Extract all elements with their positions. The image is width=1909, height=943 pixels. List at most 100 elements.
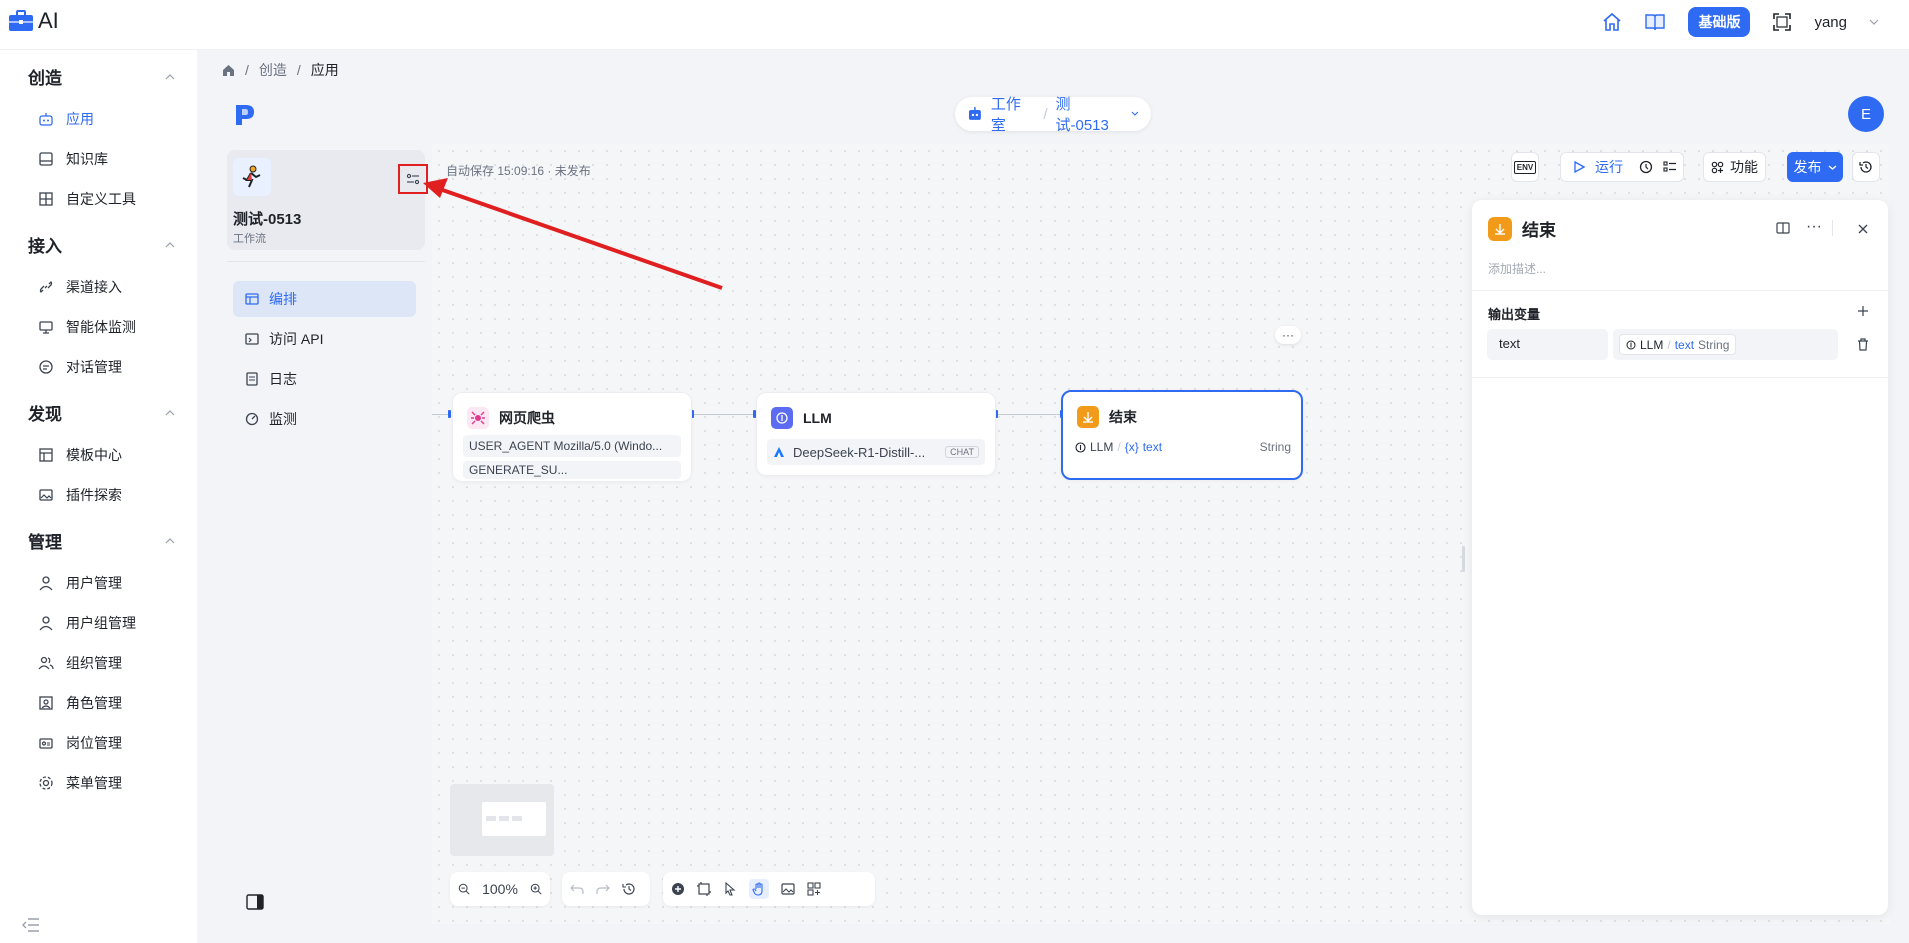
play-icon[interactable]: [1573, 161, 1585, 173]
source-node: LLM: [1090, 440, 1114, 454]
node-web-crawler[interactable]: 网页爬虫 USER_AGENT Mozilla/5.0 (Windo... GE…: [452, 392, 692, 482]
chevron-up-icon[interactable]: [165, 536, 175, 546]
zoom-out-icon[interactable]: [458, 882, 470, 896]
tab-orchestrate[interactable]: 编排: [233, 281, 416, 317]
app-logo[interactable]: AI: [8, 8, 59, 34]
minimap[interactable]: [450, 784, 554, 856]
sidebar-item-custom-tools[interactable]: 自定义工具: [38, 188, 136, 210]
sidebar-item-user-groups[interactable]: 用户组管理: [38, 612, 136, 634]
debug-history-icon[interactable]: [1639, 160, 1653, 174]
sidebar-item-channels[interactable]: 渠道接入: [38, 276, 122, 298]
tab-logs[interactable]: 日志: [233, 361, 416, 397]
home-icon[interactable]: [1602, 12, 1622, 32]
history-controls: [562, 872, 650, 906]
sidebar-group-create[interactable]: 创造: [28, 64, 62, 89]
workspace-switcher[interactable]: 工作室 / 测试-0513: [955, 96, 1151, 134]
node-param: USER_AGENT Mozilla/5.0 (Windo...: [463, 435, 681, 457]
close-icon[interactable]: [1858, 224, 1868, 234]
trash-icon[interactable]: [1857, 338, 1869, 351]
sidebar-item-knowledge[interactable]: 知识库: [38, 148, 108, 170]
book-icon[interactable]: [1644, 12, 1666, 32]
workspace-sep: /: [1043, 105, 1048, 123]
brain-icon: [1626, 340, 1636, 349]
sidebar-item-plugins[interactable]: 插件探索: [38, 484, 122, 506]
top-bar: AI 基础版 yang: [0, 0, 1909, 50]
sidebar-item-users[interactable]: 用户管理: [38, 572, 122, 594]
collapse-sidebar-icon[interactable]: [22, 918, 40, 932]
drawer-title[interactable]: 结束: [1522, 216, 1556, 241]
gauge-icon: [245, 412, 259, 426]
variable-ref-selector[interactable]: LLM / text String: [1613, 329, 1838, 360]
sidebar-item-menus[interactable]: 菜单管理: [38, 772, 122, 794]
publish-button[interactable]: 发布: [1787, 152, 1843, 182]
pointer-icon[interactable]: [723, 882, 737, 896]
sidebar-item-orgs[interactable]: 组织管理: [38, 652, 122, 674]
chevron-up-icon[interactable]: [165, 72, 175, 82]
model-selector[interactable]: DeepSeek-R1-Distill-... CHAT: [767, 439, 985, 465]
history-icon[interactable]: [622, 882, 636, 896]
app-avatar[interactable]: [233, 158, 271, 196]
more-icon[interactable]: ···: [1806, 218, 1822, 236]
breadcrumb-item[interactable]: 创造: [259, 60, 287, 80]
variable-name-input[interactable]: text: [1487, 329, 1608, 360]
input-port[interactable]: [448, 410, 451, 418]
env-button[interactable]: ENV: [1511, 152, 1539, 182]
tab-api[interactable]: 访问 API: [233, 321, 416, 357]
split-view-icon[interactable]: [1776, 222, 1790, 234]
features-button[interactable]: 功能: [1703, 152, 1766, 182]
zoom-level[interactable]: 100%: [482, 881, 518, 897]
divider: [1472, 290, 1888, 291]
end-output-row: LLM / {x} text String: [1075, 436, 1291, 458]
layout-organize-icon[interactable]: [807, 882, 821, 896]
toggle-panel-icon[interactable]: [246, 894, 264, 910]
home-icon[interactable]: [222, 64, 235, 77]
chevron-up-icon[interactable]: [165, 408, 175, 418]
version-history-button[interactable]: [1852, 152, 1880, 182]
badge-icon: [39, 738, 53, 749]
checklist-icon[interactable]: [1663, 160, 1677, 174]
breadcrumb-sep: /: [296, 62, 301, 78]
workflow-canvas[interactable]: 自动保存 15:09:16 · 未发布 ENV 运行 功能 发布 网页爬虫 US…: [432, 144, 1890, 924]
briefcase-icon: [9, 10, 33, 31]
sidebar-item-app[interactable]: 应用: [38, 108, 94, 130]
chevron-down-icon[interactable]: [1131, 110, 1139, 118]
sidebar-group-discover[interactable]: 发现: [28, 400, 62, 425]
resize-handle[interactable]: [1462, 546, 1465, 572]
add-note-icon[interactable]: [697, 882, 711, 896]
node-more-button[interactable]: ···: [1275, 326, 1301, 344]
sidebar-item-agent-monitor[interactable]: 智能体监测: [38, 316, 136, 338]
user-avatar[interactable]: E: [1848, 96, 1884, 132]
node-end[interactable]: 结束 LLM / {x} text String: [1061, 390, 1303, 480]
chevron-up-icon[interactable]: [165, 240, 175, 250]
sidebar-group-access[interactable]: 接入: [28, 232, 62, 257]
node-llm[interactable]: LLM DeepSeek-R1-Distill-... CHAT: [756, 392, 996, 476]
username[interactable]: yang: [1814, 14, 1847, 31]
sidebar-item-roles[interactable]: 角色管理: [38, 692, 122, 714]
sidebar-group-manage[interactable]: 管理: [28, 528, 62, 553]
terminal-icon: [245, 333, 259, 345]
tier-badge[interactable]: 基础版: [1688, 7, 1751, 37]
zoom-in-icon[interactable]: [530, 882, 542, 896]
sidebar-item-label: 应用: [66, 111, 94, 127]
run-button[interactable]: 运行: [1595, 157, 1623, 177]
undo-icon[interactable]: [570, 882, 584, 896]
export-image-icon[interactable]: [781, 882, 795, 896]
sidebar-item-templates[interactable]: 模板中心: [38, 444, 122, 466]
add-icon[interactable]: [1858, 306, 1868, 316]
brain-icon: [771, 407, 793, 429]
workspace-app-name[interactable]: 测试-0513: [1055, 93, 1123, 135]
sidebar-item-conversations[interactable]: 对话管理: [38, 356, 122, 378]
tab-monitor[interactable]: 监测: [233, 401, 416, 437]
description-input[interactable]: 添加描述...: [1488, 260, 1546, 277]
chevron-down-icon[interactable]: [1869, 17, 1879, 27]
redo-icon[interactable]: [596, 882, 610, 896]
gear-icon: [39, 776, 53, 790]
workspace-label[interactable]: 工作室: [991, 93, 1036, 135]
app-settings-button[interactable]: [398, 164, 428, 194]
sidebar-item-positions[interactable]: 岗位管理: [38, 732, 122, 754]
add-node-icon[interactable]: [671, 882, 685, 896]
image-icon: [39, 489, 53, 501]
fullscreen-icon[interactable]: [1772, 12, 1792, 32]
hand-tool[interactable]: [749, 879, 769, 899]
id-card-icon: [39, 696, 53, 710]
